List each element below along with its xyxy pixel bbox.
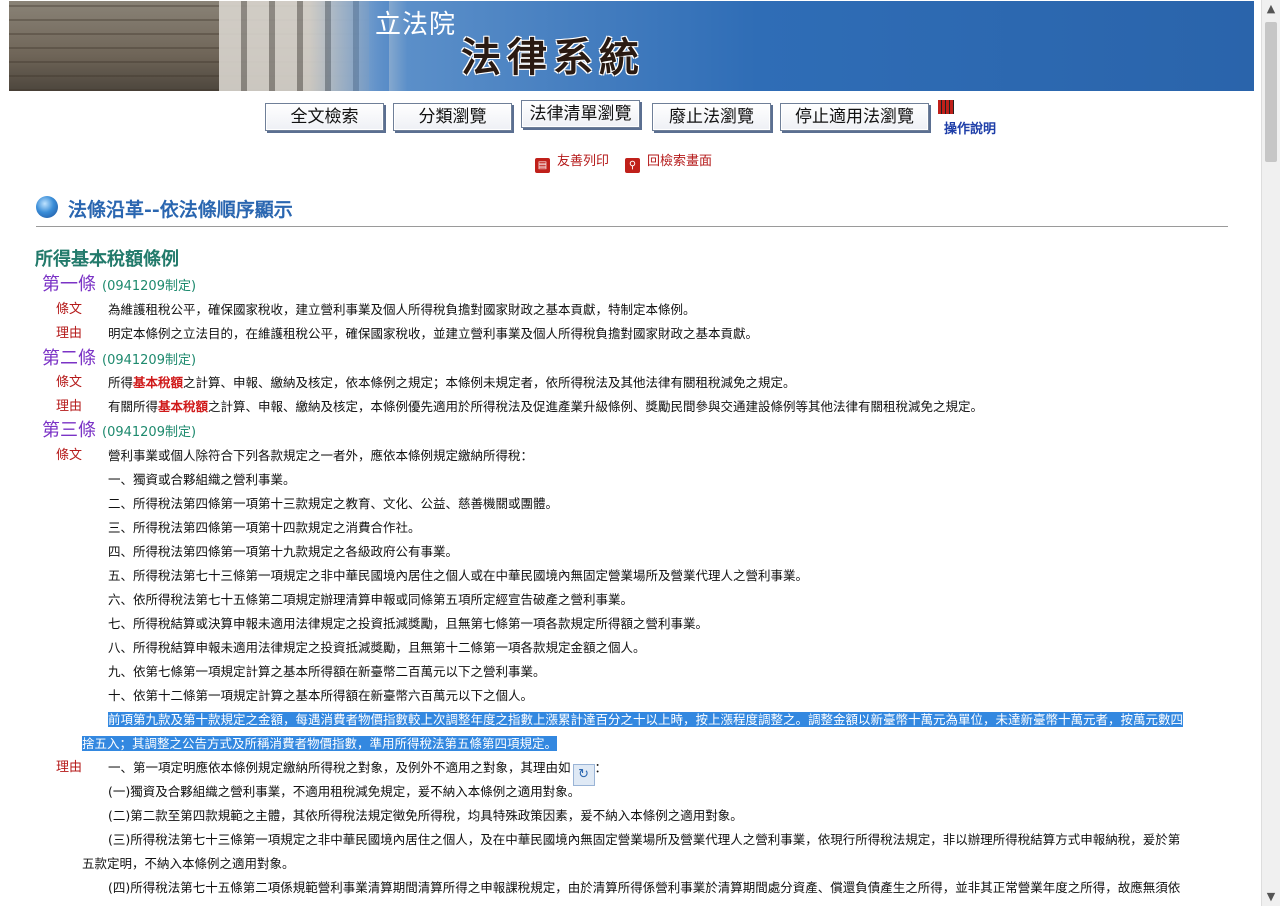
article-text-line: 四、所得稅法第四條第一項第十九款規定之各級政府公有事業。: [108, 544, 459, 559]
article-date: (0941209制定): [102, 425, 197, 440]
article-heading: 第一條 (0941209制定): [42, 270, 196, 296]
main-nav: 全文檢索 分類瀏覽 法律清單瀏覽 廢止法瀏覽 停止適用法瀏覽 操作說明: [0, 100, 1262, 137]
reason-label: 理由: [56, 760, 83, 775]
article-text: 為維護租稅公平，確保國家稅收，建立營利事業及個人所得稅負擔對國家財政之基本貢獻，…: [108, 302, 696, 317]
article-reason: 有關所得基本稅額之計算、申報、繳納及核定，本條例優先適用於所得稅法及促進產業升級…: [108, 396, 983, 415]
highlighted-term: 基本稅額: [133, 375, 184, 390]
vertical-scrollbar[interactable]: ▲ ▼: [1261, 0, 1280, 906]
selected-text-line: 捨五入；其調整之公告方式及所稱消費者物價指數，準用所得稅法第五條第四項規定。: [82, 733, 558, 752]
text-segment: ：: [594, 760, 608, 775]
scroll-down-icon[interactable]: ▼: [1266, 891, 1276, 902]
help-label: 操作說明: [944, 122, 997, 137]
scroll-thumb[interactable]: [1265, 22, 1277, 162]
article-title: 第三條: [42, 420, 96, 441]
article-title: 第二條: [42, 348, 96, 369]
back-to-search-label: 回檢索畫面: [647, 154, 713, 169]
text-segment: 之計算、申報、繳納及核定，本條例優先適用於所得稅法及促進產業升級條例、獎勵民間參…: [208, 399, 984, 414]
article-text-line: 十、依第十二條第一項規定計算之基本所得額在新臺幣六百萬元以下之個人。: [108, 688, 534, 703]
nav-suspended-law-browse-button[interactable]: 停止適用法瀏覽: [780, 103, 929, 131]
text-segment: 有關所得: [108, 399, 159, 414]
nav-repealed-law-browse-button[interactable]: 廢止法瀏覽: [652, 103, 771, 131]
banner-org-name: 立法院: [375, 10, 457, 40]
article-text-line: 九、依第七條第一項規定計算之基本所得額在新臺幣二百萬元以下之營利事業。: [108, 664, 546, 679]
article-heading: 第三條 (0941209制定): [42, 416, 196, 442]
search-icon: ⚲: [625, 158, 640, 173]
article-text-line: 一、獨資或合夥組織之營利事業。: [108, 472, 296, 487]
reason-label: 理由: [56, 399, 83, 414]
article-reason-line: (二)第二款至第四款規範之主體，其依所得稅法規定徵免所得稅，均具特殊政策因素，爰…: [108, 808, 743, 823]
back-to-search-link[interactable]: ⚲ 回檢索畫面: [625, 150, 712, 173]
globe-icon: [36, 196, 58, 218]
article-heading: 第二條 (0941209制定): [42, 344, 196, 370]
banner-system-name: 法律系統: [461, 34, 645, 81]
divider: [36, 226, 1228, 227]
article-text-line: 二、所得稅法第四條第一項第十三款規定之教育、文化、公益、慈善機關或團體。: [108, 496, 559, 511]
section-title: 法條沿革--依法條順序顯示: [68, 199, 293, 221]
friendly-print-label: 友善列印: [557, 154, 610, 169]
article-text-line: 七、所得稅結算或決算申報未適用法律規定之投資抵減獎勵，且無第七條第一項各款規定所…: [108, 616, 709, 631]
article-reason-line: (三)所得稅法第七十三條第一項規定之非中華民國境內居住之個人，及在中華民國境內無…: [108, 832, 1181, 847]
text-label: 條文: [56, 302, 83, 317]
text-label: 條文: [56, 375, 83, 390]
law-name: 所得基本稅額條例: [35, 249, 179, 270]
text-label: 條文: [56, 448, 83, 463]
header-banner: 立法院 法律系統: [9, 1, 1254, 91]
page: 立法院 法律系統 全文檢索 分類瀏覽 法律清單瀏覽 廢止法瀏覽 停止適用法瀏覽 …: [0, 0, 1262, 906]
article-text-line: 營利事業或個人除符合下列各款規定之一者外，應依本條例規定繳納所得稅：: [108, 448, 534, 463]
article-date: (0941209制定): [102, 279, 197, 294]
printer-icon: ▤: [535, 158, 550, 173]
selected-text: 前項第九款及第十款規定之金額，每遇消費者物價指數較上次調整年度之指數上漲累計達百…: [108, 712, 1184, 727]
nav-category-browse-button[interactable]: 分類瀏覽: [393, 103, 512, 131]
selected-text-line: 前項第九款及第十款規定之金額，每遇消費者物價指數較上次調整年度之指數上漲累計達百…: [108, 709, 1184, 728]
article-reason-line: (四)所得稅法第七十五條第二項係規範營利事業清算期間清算所得之申報課稅規定，由於…: [108, 880, 1181, 895]
article-text-line: 五、所得稅法第七十三條第一項規定之非中華民國境內居住之個人或在中華民國境內無固定…: [108, 568, 809, 583]
books-icon: [938, 100, 954, 114]
scroll-up-icon[interactable]: ▲: [1266, 3, 1276, 14]
friendly-print-link[interactable]: ▤ 友善列印: [535, 150, 609, 173]
article-reason: 明定本條例之立法目的，在維護租稅公平，確保國家稅收，並建立營利事業及個人所得稅負…: [108, 326, 759, 341]
text-segment: 所得: [108, 375, 134, 390]
text-segment: 一、第一項定明應依本條例規定繳納所得稅之對象，及例外不適用之對象，其理由如: [108, 760, 571, 775]
nav-fulltext-search-button[interactable]: 全文檢索: [265, 103, 384, 131]
text-segment: 之計算、申報、繳納及核定，依本條例之規定；本條例未規定者，依所得稅法及其他法律有…: [183, 375, 796, 390]
article-title: 第一條: [42, 274, 96, 295]
selected-text: 捨五入；其調整之公告方式及所稱消費者物價指數，準用所得稅法第五條第四項規定。: [82, 736, 558, 751]
article-date: (0941209制定): [102, 353, 197, 368]
reason-label: 理由: [56, 326, 83, 341]
article-text-line: 六、依所得稅法第七十五條第二項規定辦理清算申報或同條第五項所定經宣告破產之營利事…: [108, 592, 634, 607]
nav-law-list-browse-button[interactable]: 法律清單瀏覽: [521, 100, 640, 128]
article-text-line: 三、所得稅法第四條第一項第十四款規定之消費合作社。: [108, 520, 421, 535]
highlighted-term: 基本稅額: [158, 399, 209, 414]
article-reason-line: 五款定明，不納入本條例之適用對象。: [82, 856, 295, 871]
article-text-line: 八、所得稅結算申報未適用法律規定之投資抵減獎勵，且無第十二條第一項各款規定金額之…: [108, 640, 646, 655]
article-text: 所得基本稅額之計算、申報、繳納及核定，依本條例之規定；本條例未規定者，依所得稅法…: [108, 372, 796, 391]
article-reason-line: (一)獨資及合夥組織之營利事業，不適用租稅減免規定，爰不納入本條例之適用對象。: [108, 784, 581, 799]
